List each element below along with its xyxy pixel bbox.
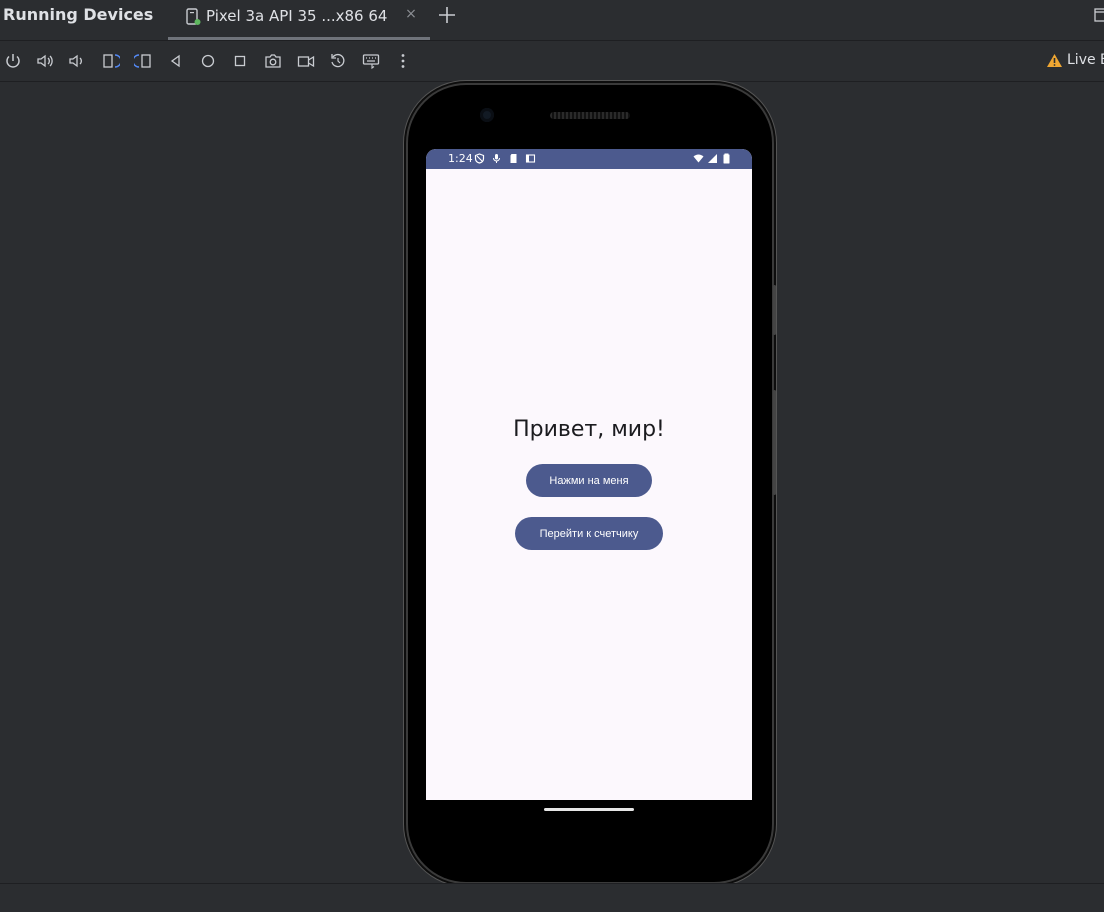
keyboard-icon [362,54,380,70]
greeting-text: Привет, мир! [513,417,665,442]
status-system-icons [693,153,732,164]
overview-icon [234,55,246,67]
screen-record-icon [297,55,315,68]
volume-key [773,390,776,495]
gesture-nav-handle[interactable] [544,808,634,811]
volume-down-icon [69,54,82,68]
add-tab-icon[interactable] [436,4,458,26]
status-footer [0,883,1104,912]
home-button[interactable] [198,51,218,71]
screen-cast-icon [525,154,536,163]
reset-button[interactable] [328,51,348,71]
window-options-icon[interactable] [1094,8,1104,22]
screenshot-icon [265,54,281,68]
tab-device[interactable]: Pixel 3a API 35 ...x86 64 × [168,0,430,40]
press-me-button[interactable]: Нажми на меня [526,464,652,497]
reset-icon [331,53,345,68]
cellular-signal-icon [708,154,717,163]
keyboard-button[interactable] [361,51,381,71]
back-button[interactable] [166,51,186,71]
front-camera [480,108,494,122]
volume-up-icon [37,54,53,68]
back-icon [170,54,180,68]
microphone-icon [493,154,500,163]
power-icon [6,54,20,68]
battery-icon [723,153,730,164]
status-bar: 1:24 [426,149,752,169]
shield-icon [474,153,485,164]
live-edit-label: Live E [1067,52,1104,68]
tab-close-icon[interactable]: × [404,6,418,26]
earpiece-speaker [550,112,630,119]
rotate-right-button[interactable] [133,51,153,71]
screenshot-button[interactable] [263,51,283,71]
more-icon [401,54,405,68]
power-button[interactable] [3,51,23,71]
device-icon [186,8,201,25]
status-notification-icons [474,153,536,164]
home-icon [201,54,215,68]
device-toolbar: Live E [0,41,1104,82]
live-edit-indicator[interactable]: Live E [1046,52,1104,68]
tool-window-title: Running Devices [3,5,154,24]
more-options-button[interactable] [393,51,413,71]
sd-card-icon [510,154,517,163]
status-time: 1:24 [448,152,473,165]
rotate-left-button[interactable] [101,51,121,71]
overview-button[interactable] [230,51,250,71]
device-frame: 1:24 Привет, мир! Нажми на меня Перейти … [408,85,776,882]
tab-bar: Running Devices Pixel 3a API 35 ...x86 6… [0,0,1104,41]
wifi-icon [693,154,704,163]
go-to-counter-button[interactable]: Перейти к счетчику [515,517,663,550]
power-key [773,285,776,335]
rotate-right-icon [134,54,151,68]
rotate-left-icon [103,54,120,68]
tab-label: Pixel 3a API 35 ...x86 64 [206,7,388,25]
volume-down-button[interactable] [66,51,86,71]
warning-icon [1047,53,1062,67]
screen-record-button[interactable] [296,51,316,71]
volume-up-button[interactable] [35,51,55,71]
device-screen[interactable]: 1:24 Привет, мир! Нажми на меня Перейти … [426,149,752,800]
tab-selected-indicator [168,37,430,40]
